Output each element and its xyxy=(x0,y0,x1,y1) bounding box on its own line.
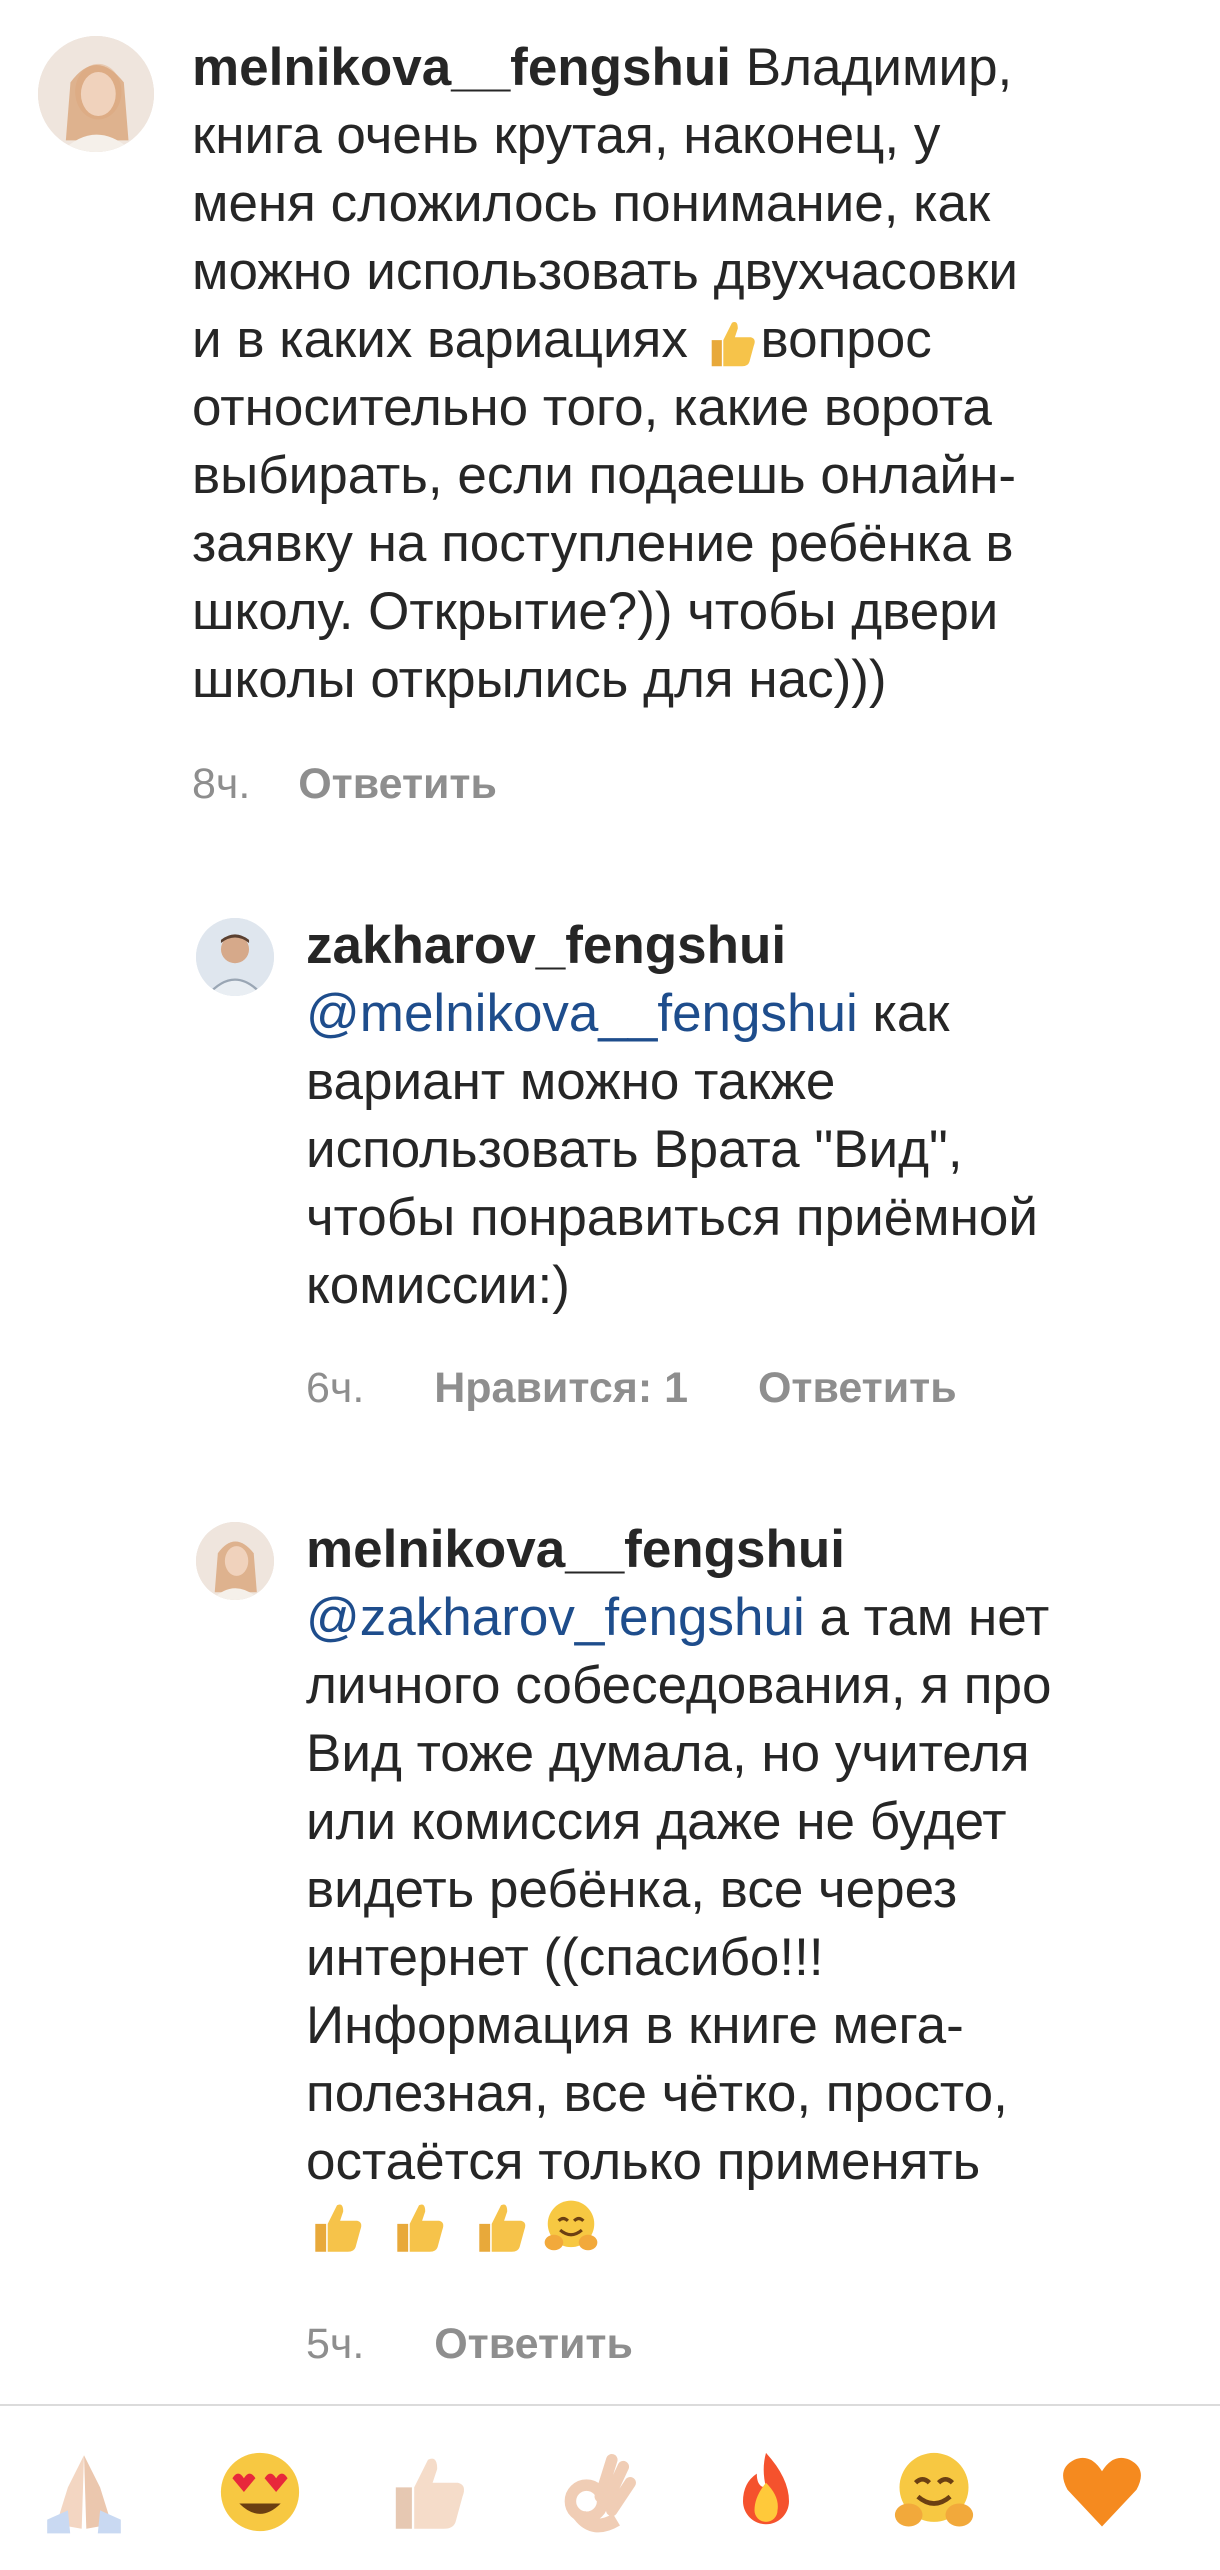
comment-line: Владимир, xyxy=(745,38,1013,97)
username[interactable]: zakharov_fengshui xyxy=(306,916,786,975)
avatar[interactable] xyxy=(196,1522,274,1600)
comment-line: использовать Врата "Вид", xyxy=(306,1120,963,1179)
emoji-line xyxy=(306,2200,602,2262)
comment-text: melnikova__fengshui @zakharov_fengshui а… xyxy=(306,1516,1051,2275)
comment-meta: 8ч. Ответить xyxy=(192,758,497,810)
comment-line: личного собеседования, я про xyxy=(306,1656,1052,1715)
thumbs-up-icon xyxy=(388,2196,450,2275)
comment-line: как xyxy=(857,984,950,1043)
username[interactable]: melnikova__fengshui xyxy=(192,38,731,97)
comment-line: остаётся только применять xyxy=(306,2132,981,2191)
comment-meta: 6ч. Нравится: 1 Ответить xyxy=(306,1362,957,1414)
avatar[interactable] xyxy=(196,918,274,996)
comment-line: вопрос xyxy=(760,310,932,369)
avatar[interactable] xyxy=(38,36,154,152)
quick-reaction-bar xyxy=(0,2404,1220,2570)
comment-line: выбирать, если подаешь онлайн- xyxy=(192,446,1016,505)
comment-line: вариант можно также xyxy=(306,1052,836,1111)
comment-line: и в каких вариациях xyxy=(192,310,703,369)
comment-line: Вид тоже думала, но учителя xyxy=(306,1724,1030,1783)
reply-button[interactable]: Ответить xyxy=(298,758,497,810)
comment-line: относительно того, какие ворота xyxy=(192,378,992,437)
comment-line: интернет ((спасибо!!! xyxy=(306,1928,824,1987)
likes-count[interactable]: Нравится: 1 xyxy=(434,1362,688,1414)
heart-eyes-icon[interactable] xyxy=(214,2446,306,2538)
comment-line: видеть ребёнка, все через xyxy=(306,1860,958,1919)
orange-heart-icon[interactable] xyxy=(1056,2446,1148,2538)
timestamp: 6ч. xyxy=(306,1364,365,1412)
hugging-face-icon[interactable] xyxy=(888,2446,980,2538)
username[interactable]: melnikova__fengshui xyxy=(306,1520,845,1579)
comment-line: можно использовать двухчасовки xyxy=(192,242,1018,301)
thumbs-up-icon xyxy=(306,2196,368,2275)
comment-line: заявку на поступление ребёнка в xyxy=(192,514,1014,573)
comment-line: школу. Открытие?)) чтобы двери xyxy=(192,582,999,641)
ok-hand-icon[interactable] xyxy=(552,2446,644,2538)
thumbs-up-icon xyxy=(470,2196,532,2275)
comment-line: или комиссия даже не будет xyxy=(306,1792,1007,1851)
reply-button[interactable]: Ответить xyxy=(758,1362,957,1414)
mention-link[interactable]: @zakharov_fengshui xyxy=(306,1588,805,1647)
fire-icon[interactable] xyxy=(720,2446,812,2538)
comment-line: Информация в книге мега- xyxy=(306,1996,964,2055)
comment-line: полезная, все чётко, просто, xyxy=(306,2064,1008,2123)
comment-line: а там нет xyxy=(804,1588,1050,1647)
comment-text: melnikova__fengshui Владимир, книга очен… xyxy=(192,34,1018,714)
comment-line: школы открылись для нас))) xyxy=(192,650,887,709)
comment-meta: 5ч. Ответить xyxy=(306,2318,633,2370)
mention-link[interactable]: @melnikova__fengshui xyxy=(306,984,858,1043)
comment-line: комиссии:) xyxy=(306,1256,570,1315)
folded-hands-icon[interactable] xyxy=(38,2446,130,2538)
comment-line: меня сложилось понимание, как xyxy=(192,174,991,233)
timestamp: 8ч. xyxy=(192,760,251,808)
reply-button[interactable]: Ответить xyxy=(434,2318,633,2370)
comment-line: чтобы понравиться приёмной xyxy=(306,1188,1038,1247)
comment-text: zakharov_fengshui @melnikova__fengshui к… xyxy=(306,912,1038,1320)
hugging-face-icon xyxy=(540,2196,602,2275)
thumbs-up-icon xyxy=(703,314,761,372)
comment-line: книга очень крутая, наконец, у xyxy=(192,106,941,165)
timestamp: 5ч. xyxy=(306,2320,365,2368)
thumbs-up-icon[interactable] xyxy=(382,2446,474,2538)
